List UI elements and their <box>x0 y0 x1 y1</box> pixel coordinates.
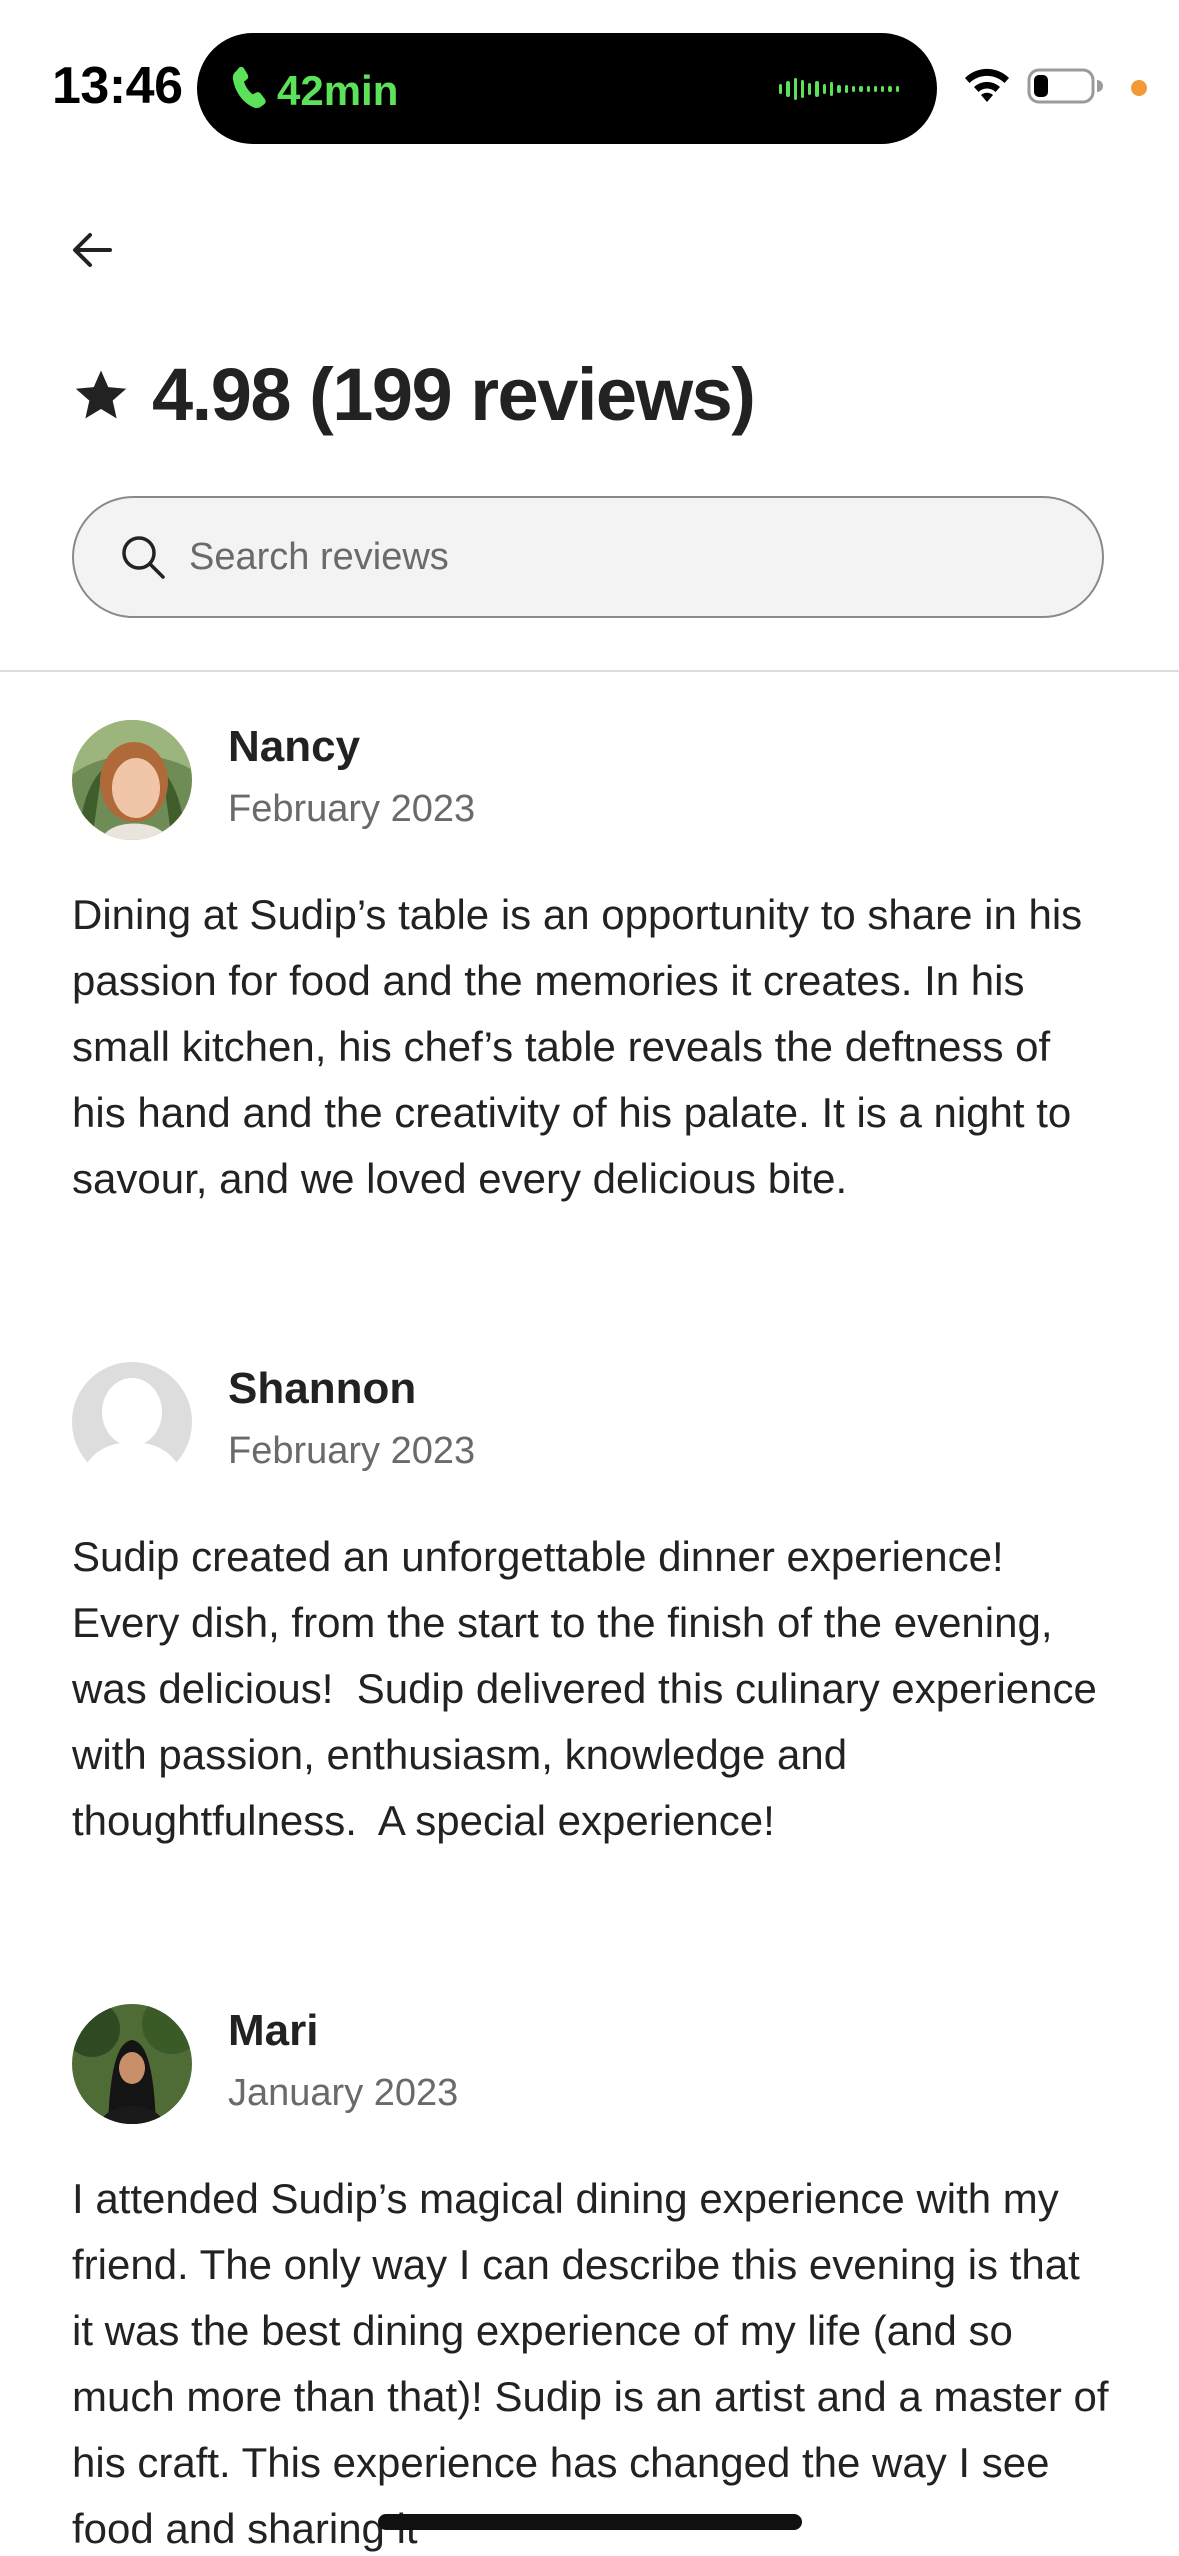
review-header: Nancy February 2023 <box>72 720 1112 840</box>
rating-summary: 4.98 (199 reviews) <box>72 352 756 437</box>
reviewer-avatar-shannon[interactable] <box>72 1362 192 1482</box>
reviewer-name: Nancy <box>228 722 361 771</box>
call-duration: 42min <box>277 67 399 114</box>
waveform-icon <box>779 73 900 105</box>
arrow-left-icon <box>73 233 112 267</box>
review-date: February 2023 <box>228 1430 476 1472</box>
review-item: Mari January 2023 I attended Sudip’s mag… <box>72 2004 1112 2556</box>
review-date: February 2023 <box>228 788 476 830</box>
review-header: Shannon February 2023 <box>72 1362 1112 1482</box>
search-reviews-box[interactable] <box>72 496 1104 618</box>
status-time: 13:46 <box>52 57 183 115</box>
default-avatar-icon <box>72 1362 192 1482</box>
reviewer-avatar-nancy[interactable] <box>72 720 192 840</box>
rating-title: 4.98 (199 reviews) <box>152 353 756 436</box>
reviews-page: 13:46 42min 4.98 (199 reviews) Search re… <box>0 0 1179 2556</box>
star-icon <box>75 370 127 418</box>
photo-avatar <box>72 720 192 840</box>
search-input[interactable] <box>189 535 989 579</box>
phone-icon <box>232 66 266 109</box>
review-text: I attended Sudip’s magical dining experi… <box>72 2175 1121 2552</box>
reviewer-name: Mari <box>228 2006 319 2055</box>
home-indicator[interactable] <box>378 2514 802 2530</box>
photo-avatar <box>72 2004 192 2124</box>
header-divider <box>0 670 1179 672</box>
review-text: Dining at Sudip’s table is an opportunit… <box>72 891 1094 1202</box>
call-activity-pill[interactable]: 42min <box>197 33 937 144</box>
privacy-indicator-dot <box>1131 80 1147 96</box>
review-header: Mari January 2023 <box>72 2004 1112 2124</box>
reviewer-avatar-mari[interactable] <box>72 2004 192 2124</box>
review-item: Nancy February 2023 Dining at Sudip’s ta… <box>72 720 1112 1212</box>
back-button[interactable] <box>62 220 122 280</box>
battery-icon <box>1027 68 1103 104</box>
reviewer-name: Shannon <box>228 1364 417 1413</box>
review-text: Sudip created an unforgettable dinner ex… <box>72 1533 1109 1844</box>
search-icon <box>122 536 165 579</box>
wifi-icon <box>965 68 1009 102</box>
review-item: Shannon February 2023 Sudip created an u… <box>72 1362 1112 1854</box>
review-date: January 2023 <box>228 2072 459 2114</box>
